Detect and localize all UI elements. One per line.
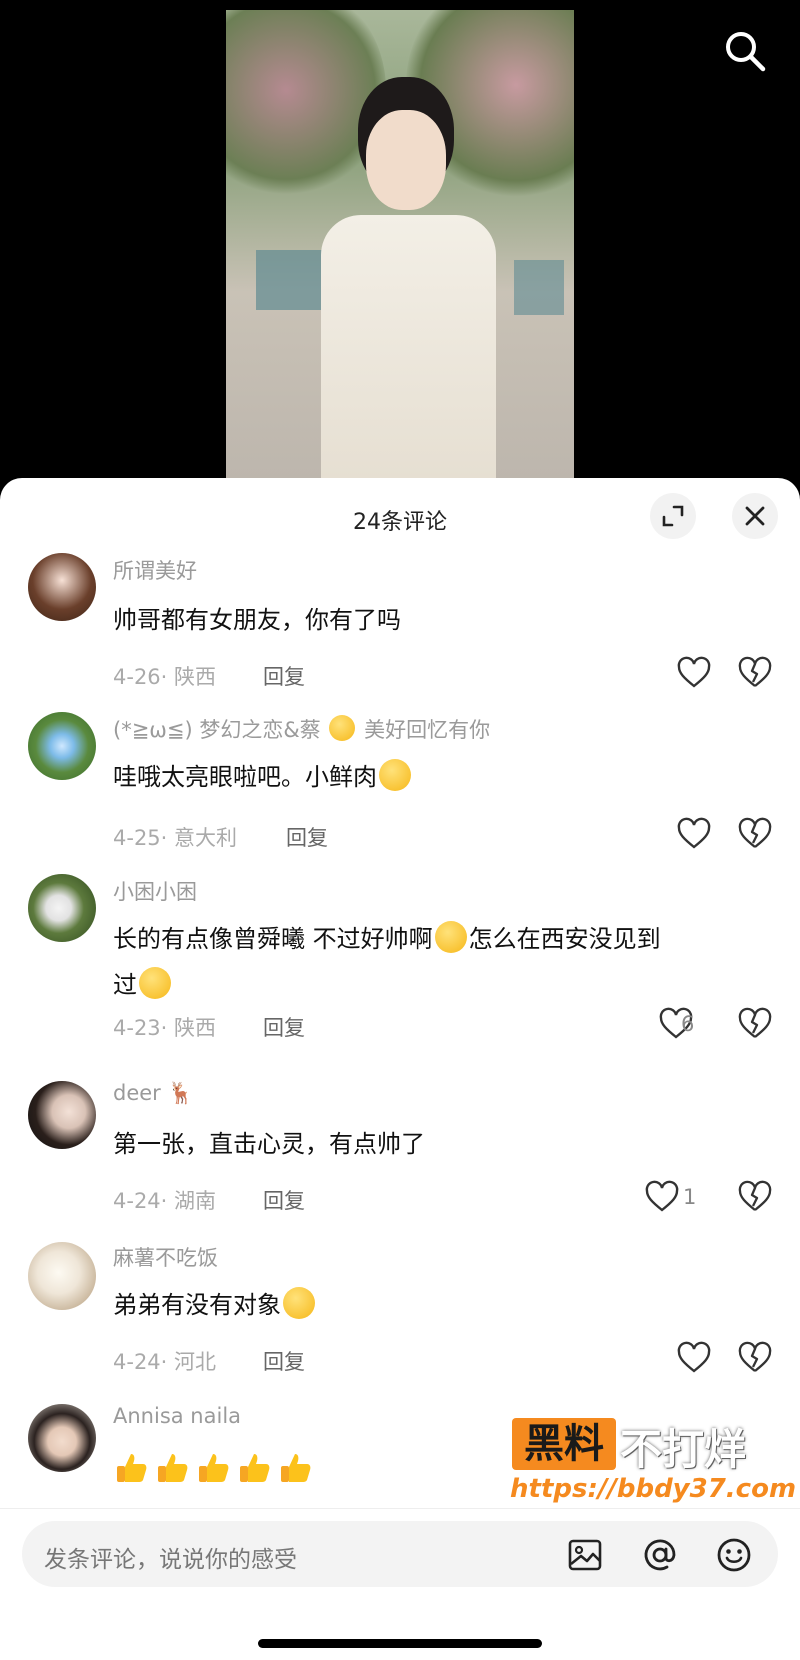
deer-emoji-icon: 🦌 bbox=[160, 1081, 194, 1105]
watermark-url: https://bbdy37.com bbox=[510, 1474, 797, 1504]
reply-button[interactable]: 回复 bbox=[263, 1346, 305, 1376]
comment-username[interactable]: (*≧ω≦) 梦幻之恋&蔡 美好回忆有你 bbox=[113, 714, 490, 744]
search-icon[interactable] bbox=[722, 28, 768, 74]
comment-username[interactable]: 所谓美好 bbox=[113, 555, 197, 585]
heart-icon[interactable] bbox=[676, 655, 712, 691]
reply-button[interactable]: 回复 bbox=[263, 661, 305, 691]
thumbs-up-emoji-icon bbox=[281, 1454, 311, 1482]
watermark-brand-suffix: 不打烊 bbox=[620, 1425, 747, 1474]
comment-location: 陕西 bbox=[174, 1016, 217, 1040]
comment-meta: 4-24· 湖南 bbox=[113, 1189, 217, 1213]
expand-icon bbox=[662, 505, 684, 527]
broken-heart-icon[interactable] bbox=[738, 817, 772, 851]
like-count: 6 bbox=[681, 1012, 695, 1036]
comment-location: 陕西 bbox=[174, 665, 217, 689]
comment-username[interactable]: Annisa naila bbox=[113, 1404, 241, 1428]
comment-location: 意大利 bbox=[174, 826, 238, 850]
comment-meta: 4-26· 陕西 bbox=[113, 665, 217, 689]
broken-heart-icon[interactable] bbox=[738, 1341, 772, 1375]
expand-button[interactable] bbox=[650, 493, 696, 539]
at-icon[interactable] bbox=[642, 1537, 678, 1573]
reply-button[interactable]: 回复 bbox=[286, 822, 328, 852]
comment-meta: 4-24· 河北 bbox=[113, 1350, 217, 1374]
comment-date: 4-25 bbox=[113, 826, 161, 850]
crying-emoji-icon bbox=[139, 967, 171, 999]
comment-location: 湖南 bbox=[174, 1189, 217, 1213]
broken-heart-icon[interactable] bbox=[738, 1007, 772, 1041]
emoji-icon[interactable] bbox=[716, 1537, 752, 1573]
comment-username[interactable]: 小困小困 bbox=[113, 876, 197, 906]
comment-meta: 4-25· 意大利 bbox=[113, 826, 238, 850]
image-icon[interactable] bbox=[567, 1537, 603, 1573]
comment-date: 4-24 bbox=[113, 1350, 161, 1374]
reply-button[interactable]: 回复 bbox=[263, 1185, 305, 1215]
kiss-emoji-icon bbox=[329, 715, 356, 741]
comment-text: 长的有点像曾舜曦 不过好帅啊 怎么在西安没见到过 bbox=[113, 916, 753, 1008]
close-button[interactable] bbox=[732, 493, 778, 539]
avatar[interactable] bbox=[28, 712, 96, 780]
avatar[interactable] bbox=[28, 1404, 96, 1472]
thumbs-up-emoji-icon bbox=[158, 1454, 188, 1482]
video-player[interactable] bbox=[0, 0, 800, 480]
comment-input-placeholder: 发条评论，说说你的感受 bbox=[44, 1547, 297, 1573]
home-indicator[interactable] bbox=[258, 1639, 542, 1648]
comment-username[interactable]: deer 🦌 bbox=[113, 1081, 194, 1106]
heart-icon[interactable] bbox=[676, 816, 712, 852]
reply-button[interactable]: 回复 bbox=[263, 1012, 305, 1042]
comment-input[interactable]: 发条评论，说说你的感受 bbox=[22, 1521, 778, 1587]
heart-icon[interactable] bbox=[676, 1340, 712, 1376]
crying-emoji-icon bbox=[434, 921, 467, 953]
comment-date: 4-26 bbox=[113, 665, 161, 689]
comment-text: 弟弟有没有对象 bbox=[113, 1282, 753, 1328]
watermark: 黑料 不打烊 https://bbdy37.com bbox=[510, 1414, 796, 1514]
comment-username[interactable]: 麻薯不吃饭 bbox=[113, 1242, 218, 1272]
broken-heart-icon[interactable] bbox=[738, 1180, 772, 1214]
avatar[interactable] bbox=[28, 874, 96, 942]
thumbs-up-emoji-icon bbox=[199, 1454, 229, 1482]
comment-location: 河北 bbox=[174, 1350, 217, 1374]
star-eyes-emoji-icon bbox=[379, 759, 411, 791]
comment-date: 4-23 bbox=[113, 1016, 161, 1040]
comment-text: 第一张，直击心灵，有点帅了 bbox=[113, 1130, 425, 1158]
comment-input-bar: 发条评论，说说你的感受 bbox=[0, 1508, 800, 1660]
video-frame-photo bbox=[226, 10, 574, 480]
comment-meta: 4-23· 陕西 bbox=[113, 1016, 217, 1040]
heart-icon[interactable] bbox=[644, 1179, 680, 1215]
comment-text: 帅哥都有女朋友，你有了吗 bbox=[113, 606, 401, 634]
thumbs-up-emoji-icon bbox=[240, 1454, 270, 1482]
comment-date: 4-24 bbox=[113, 1189, 161, 1213]
like-count: 1 bbox=[683, 1185, 697, 1209]
watermark-brand: 黑料 bbox=[512, 1418, 616, 1470]
avatar[interactable] bbox=[28, 1081, 96, 1149]
broken-heart-icon[interactable] bbox=[738, 656, 772, 690]
shy-emoji-icon bbox=[283, 1287, 315, 1319]
avatar[interactable] bbox=[28, 553, 96, 621]
thumbs-up-emoji-icon bbox=[117, 1454, 147, 1482]
close-icon bbox=[745, 506, 765, 526]
comment-text: 哇哦太亮眼啦吧。小鲜肉 bbox=[113, 754, 753, 800]
avatar[interactable] bbox=[28, 1242, 96, 1310]
